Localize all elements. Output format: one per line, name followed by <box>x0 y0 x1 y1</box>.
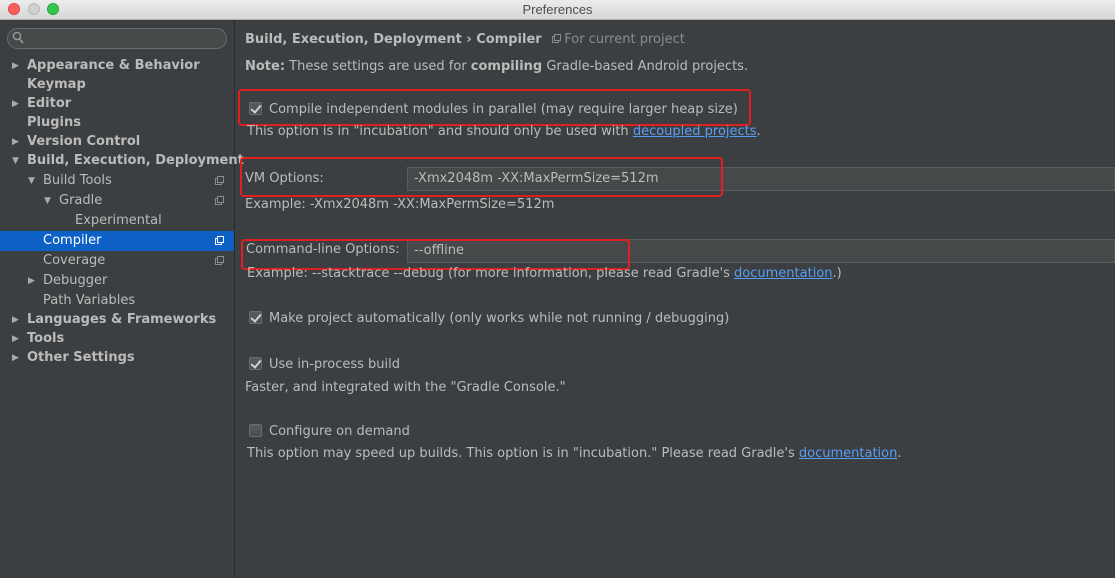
collapsed-arrow-icon[interactable]: ▶ <box>12 310 22 330</box>
sidebar-item-label: Build, Execution, Deployment <box>27 153 244 168</box>
sidebar-item-label: Path Variables <box>43 293 136 308</box>
cmd-example-text: Example: --stacktrace --debug (for more … <box>247 266 735 281</box>
project-copy-icon <box>552 34 562 43</box>
highlight-vm-options <box>240 157 723 197</box>
sidebar-item-editor[interactable]: ▶ Editor <box>0 94 234 114</box>
make-auto-label: Make project automatically (only works w… <box>269 311 730 326</box>
note-text: Note: These settings are used for compil… <box>245 59 748 74</box>
in-process-hint: Faster, and integrated with the "Gradle … <box>245 380 566 395</box>
make-auto-checkbox[interactable] <box>249 311 262 324</box>
sidebar-item-build-tools[interactable]: ▼ Build Tools <box>0 171 234 191</box>
sidebar-item-label: Keymap <box>27 77 86 92</box>
search-field[interactable] <box>7 28 227 49</box>
on-demand-option[interactable]: Configure on demand <box>249 424 410 439</box>
search-input[interactable] <box>28 30 222 49</box>
project-level-icon <box>215 176 224 185</box>
sidebar-item-label: Compiler <box>43 233 102 248</box>
in-process-checkbox[interactable] <box>249 357 262 370</box>
sidebar-item-tools[interactable]: ▶ Tools <box>0 329 234 349</box>
expanded-arrow-icon[interactable]: ▼ <box>44 191 54 211</box>
vm-options-example: Example: -Xmx2048m -XX:MaxPermSize=512m <box>245 197 555 212</box>
cmd-documentation-link[interactable]: documentation <box>734 266 832 281</box>
sidebar-item-label: Editor <box>27 96 72 111</box>
collapsed-arrow-icon[interactable]: ▶ <box>12 348 22 368</box>
in-process-option[interactable]: Use in-process build <box>249 357 400 372</box>
sidebar-item-compiler[interactable]: Compiler <box>0 231 234 251</box>
expanded-arrow-icon[interactable]: ▼ <box>28 171 38 191</box>
collapsed-arrow-icon[interactable]: ▶ <box>12 94 22 114</box>
sidebar-item-label: Debugger <box>43 273 108 288</box>
sidebar-item-other-settings[interactable]: ▶ Other Settings <box>0 348 234 368</box>
project-level-icon <box>215 236 224 245</box>
sidebar-item-label: Plugins <box>27 115 81 130</box>
on-demand-hint-end: . <box>897 446 902 461</box>
sidebar-item-keymap[interactable]: Keymap <box>0 75 234 95</box>
note-label: Note: <box>245 59 286 74</box>
title-bar: Preferences <box>0 0 1115 20</box>
cmd-example-end: .) <box>832 266 842 281</box>
sidebar-item-label: Languages & Frameworks <box>27 312 217 327</box>
on-demand-label: Configure on demand <box>269 424 410 439</box>
on-demand-hint: This option may speed up builds. This op… <box>247 446 902 461</box>
collapsed-arrow-icon[interactable]: ▶ <box>12 132 22 152</box>
sidebar-item-label: Other Settings <box>27 350 135 365</box>
sidebar-item-label: Coverage <box>43 253 106 268</box>
make-auto-option[interactable]: Make project automatically (only works w… <box>249 311 729 326</box>
sidebar-item-gradle[interactable]: ▼ Gradle <box>0 191 234 211</box>
project-level-icon <box>215 256 224 265</box>
on-demand-checkbox[interactable] <box>249 424 262 437</box>
sidebar-item-debugger[interactable]: ▶ Debugger <box>0 271 234 291</box>
sidebar-item-label: Tools <box>27 331 65 346</box>
breadcrumb-text: Build, Execution, Deployment › Compiler <box>245 32 542 47</box>
on-demand-hint-text: This option may speed up builds. This op… <box>247 446 799 461</box>
sidebar-item-experimental[interactable]: Experimental <box>0 211 234 231</box>
in-process-label: Use in-process build <box>269 357 401 372</box>
sidebar-item-label: Appearance & Behavior <box>27 58 200 73</box>
expanded-arrow-icon[interactable]: ▼ <box>12 151 22 171</box>
sidebar-item-languages-frameworks[interactable]: ▶ Languages & Frameworks <box>0 310 234 330</box>
note-bold: compiling <box>470 59 543 74</box>
sidebar-item-label: Experimental <box>75 213 162 228</box>
parallel-hint-end: . <box>756 124 761 139</box>
scope-label: For current project <box>564 32 685 47</box>
compiler-settings-panel: Build, Execution, Deployment › Compiler … <box>235 20 1115 578</box>
sidebar-item-path-variables[interactable]: Path Variables <box>0 291 234 311</box>
parallel-hint: This option is in "incubation" and shoul… <box>247 124 761 139</box>
note-part-2: Gradle-based Android projects. <box>542 59 749 74</box>
window-title: Preferences <box>522 2 593 17</box>
sidebar-item-plugins[interactable]: Plugins <box>0 113 234 133</box>
decoupled-projects-link[interactable]: decoupled projects <box>633 124 757 139</box>
cmd-options-example: Example: --stacktrace --debug (for more … <box>247 266 842 281</box>
highlight-parallel <box>238 89 751 126</box>
sidebar-item-appearance-behavior[interactable]: ▶ Appearance & Behavior <box>0 56 234 76</box>
sidebar-item-coverage[interactable]: Coverage <box>0 251 234 271</box>
collapsed-arrow-icon[interactable]: ▶ <box>12 56 22 76</box>
search-icon <box>12 31 24 44</box>
settings-sidebar: ▶ Appearance & Behavior Keymap ▶ Editor Plugi… <box>0 20 244 578</box>
note-part-1: These settings are used for <box>285 59 471 74</box>
on-demand-documentation-link[interactable]: documentation <box>799 446 897 461</box>
project-level-icon <box>215 196 224 205</box>
breadcrumb: Build, Execution, Deployment › Compiler … <box>245 32 685 47</box>
sidebar-item-label: Build Tools <box>43 173 112 188</box>
sidebar-item-label: Gradle <box>59 193 103 208</box>
sidebar-item-build-execution-deployment[interactable]: ▼ Build, Execution, Deployment <box>0 151 244 171</box>
project-scope: For current project <box>552 32 685 47</box>
sidebar-item-label: Version Control <box>27 134 141 149</box>
sidebar-item-version-control[interactable]: ▶ Version Control <box>0 132 234 152</box>
collapsed-arrow-icon[interactable]: ▶ <box>12 329 22 349</box>
collapsed-arrow-icon[interactable]: ▶ <box>28 271 38 291</box>
parallel-hint-text: This option is in "incubation" and shoul… <box>247 124 633 139</box>
